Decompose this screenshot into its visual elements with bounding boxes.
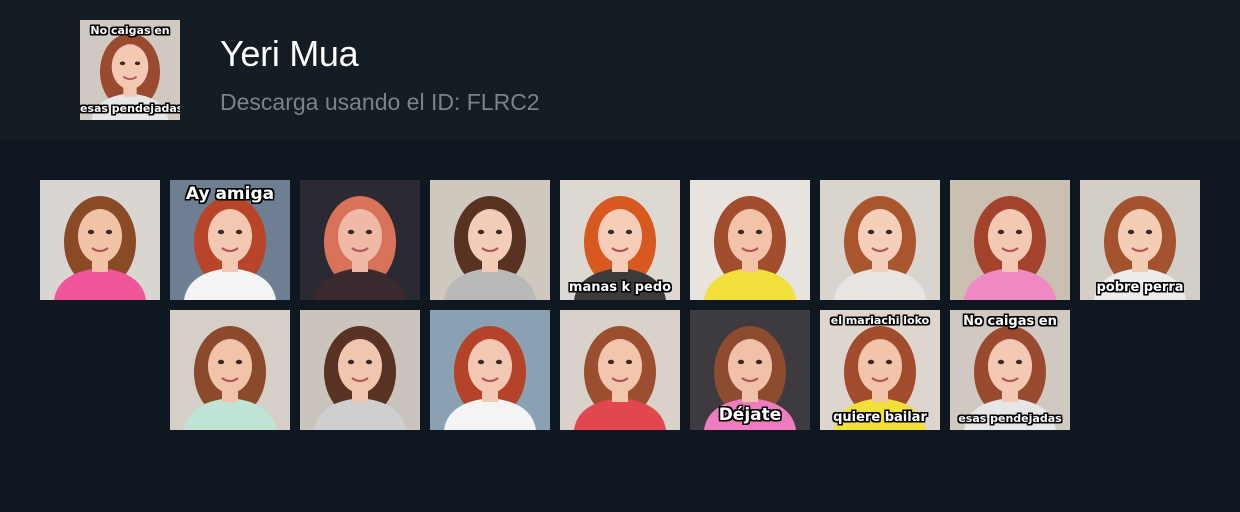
sticker-4[interactable] [430, 180, 550, 300]
sticker-14[interactable]: Déjate [690, 310, 810, 430]
sticker-image [430, 310, 550, 430]
sticker-row: Ay amiga manas k pedo pobre perra [40, 180, 1210, 300]
pack-download-id: Descarga usando el ID: FLRC2 [220, 89, 540, 115]
sticker-bottom-caption: pobre perra [1096, 280, 1184, 295]
sticker-7[interactable] [820, 180, 940, 300]
sticker-10[interactable] [170, 310, 290, 430]
sticker-bottom-caption: esas pendejadas [958, 412, 1062, 425]
sticker-12[interactable] [430, 310, 550, 430]
sticker-image [560, 310, 680, 430]
sticker-image [820, 180, 940, 300]
sticker-top-caption: Ay amiga [185, 184, 275, 204]
sticker-3[interactable] [300, 180, 420, 300]
pack-thumbnail[interactable]: No caigas en esas pendejadas [80, 20, 180, 120]
sticker-8[interactable] [950, 180, 1070, 300]
thumb-bottom-caption: esas pendejadas [80, 102, 180, 115]
sticker-1[interactable] [40, 180, 160, 300]
sticker-top-caption: No caigas en [963, 314, 1057, 329]
sticker-13[interactable] [560, 310, 680, 430]
sticker-top-caption: el mariachi loko [830, 314, 930, 327]
sticker-bottom-caption: quiere bailar [833, 410, 927, 425]
pack-header: No caigas en esas pendejadas Yeri Mua De… [0, 0, 1240, 140]
sticker-image [300, 180, 420, 300]
sticker-16[interactable]: No caigas en esas pendejadas [950, 310, 1070, 430]
sticker-grid: Ay amiga manas k pedo pobre perra Déjate… [40, 180, 1210, 440]
sticker-bottom-caption: manas k pedo [568, 280, 672, 295]
sticker-row: Déjate el mariachi loko quiere bailar No … [40, 310, 1210, 430]
thumb-top-caption: No caigas en [90, 24, 170, 37]
sticker-bottom-caption: Déjate [718, 405, 782, 425]
sticker-image [690, 180, 810, 300]
sticker-15[interactable]: el mariachi loko quiere bailar [820, 310, 940, 430]
sticker-9[interactable]: pobre perra [1080, 180, 1200, 300]
sticker-image [300, 310, 420, 430]
sticker-6[interactable] [690, 180, 810, 300]
sticker-image [430, 180, 550, 300]
sticker-11[interactable] [300, 310, 420, 430]
sticker-image [170, 310, 290, 430]
pack-title: Yeri Mua [220, 33, 359, 74]
sticker-image [950, 180, 1070, 300]
sticker-2[interactable]: Ay amiga [170, 180, 290, 300]
sticker-image [40, 180, 160, 300]
sticker-5[interactable]: manas k pedo [560, 180, 680, 300]
